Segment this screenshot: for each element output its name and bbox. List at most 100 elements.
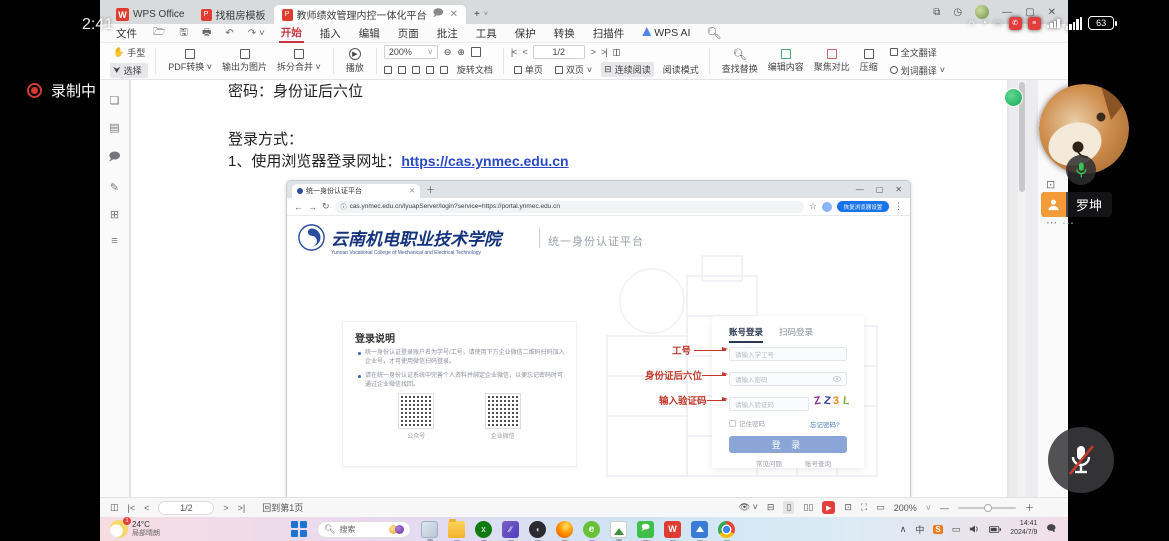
- continuous-view-icon[interactable]: ⊟: [767, 502, 775, 513]
- hand-tool-button[interactable]: ✋手型: [110, 45, 148, 60]
- single-page-view-icon[interactable]: ▯: [783, 501, 794, 514]
- bookmark-icon[interactable]: ❏: [110, 94, 120, 107]
- bookmark-star-icon[interactable]: ☆: [809, 201, 817, 212]
- find-replace-button[interactable]: 🔍︎查找替换: [717, 48, 763, 75]
- single-page-button[interactable]: 单页: [511, 62, 546, 77]
- sogou-input-icon[interactable]: S: [933, 525, 942, 534]
- username-input[interactable]: 请输入学工号: [729, 347, 847, 361]
- search-icon[interactable]: 🔍︎: [706, 26, 721, 40]
- page-thumb-icon[interactable]: [384, 66, 392, 74]
- menu-tab-convert[interactable]: 转换: [552, 25, 577, 42]
- insert-page-icon[interactable]: [412, 66, 420, 74]
- chrome-icon[interactable]: [718, 521, 735, 538]
- vertical-scrollbar[interactable]: [1018, 80, 1026, 497]
- mic-muted-button[interactable]: [1048, 427, 1114, 493]
- sidebar-toggle-icon[interactable]: ◫: [110, 502, 119, 513]
- view-options-icon[interactable]: 👁 ˅: [739, 502, 758, 513]
- save-icon[interactable]: 🖫: [179, 25, 188, 42]
- taskbar-clock[interactable]: 14:41 2024/7/9: [1010, 520, 1037, 538]
- tray-expand-icon[interactable]: ∧: [900, 524, 907, 535]
- browser-maximize-icon[interactable]: ▢: [876, 185, 884, 194]
- last-page-icon[interactable]: >|: [601, 47, 607, 57]
- menu-tab-page[interactable]: 页面: [396, 25, 421, 42]
- start-button[interactable]: [290, 521, 307, 538]
- file-explorer-icon[interactable]: [448, 521, 465, 538]
- login-button[interactable]: 登 录: [729, 436, 847, 453]
- browser-tab[interactable]: 统一身份认证平台 ✕: [292, 184, 420, 198]
- split-merge-button[interactable]: 拆分合并 ˅: [272, 49, 326, 73]
- show-password-eye-icon[interactable]: [833, 376, 841, 382]
- menu-file[interactable]: 文件: [114, 25, 139, 42]
- browser-restore-button[interactable]: 恢复浏览器设置: [837, 201, 889, 212]
- switch-window-icon[interactable]: ⧉: [933, 7, 940, 18]
- double-page-button[interactable]: 双页 ˅: [552, 62, 595, 77]
- profile-icon[interactable]: [822, 202, 832, 212]
- reload-icon[interactable]: ↻: [322, 201, 330, 212]
- thumbnail-icon[interactable]: ▤: [109, 121, 119, 134]
- browser-new-tab-icon[interactable]: ＋: [426, 183, 435, 196]
- page-number-box[interactable]: 1/2: [158, 501, 214, 515]
- menu-tab-insert[interactable]: 插入: [318, 25, 343, 42]
- remember-checkbox[interactable]: [729, 420, 736, 427]
- play-slideshow-button[interactable]: ▶: [822, 501, 835, 514]
- close-tab-icon[interactable]: ✕: [450, 9, 458, 20]
- zoom-out-button[interactable]: —: [940, 503, 949, 513]
- browser-e-icon[interactable]: e: [583, 521, 600, 538]
- browser-minimize-icon[interactable]: —: [856, 185, 864, 194]
- tab-account-login[interactable]: 账号登录: [729, 326, 763, 343]
- prev-page-icon[interactable]: <: [144, 503, 149, 513]
- print-icon[interactable]: 🖶: [202, 25, 211, 42]
- task-view-icon[interactable]: [421, 521, 438, 538]
- back-to-page-1-button[interactable]: 回到第1页: [262, 501, 303, 514]
- fit-width-icon[interactable]: ⛶: [861, 502, 867, 513]
- doc-tab-template[interactable]: P 找租房模板: [193, 5, 274, 24]
- forward-icon[interactable]: →: [308, 202, 317, 212]
- wps-icon[interactable]: W: [664, 521, 681, 538]
- annotate-pen-icon[interactable]: ✎: [110, 181, 119, 194]
- comment-panel-icon[interactable]: 🗩: [108, 148, 120, 167]
- open-icon[interactable]: 🗁: [153, 25, 165, 42]
- menu-tab-annotate[interactable]: 批注: [435, 25, 460, 42]
- first-page-icon[interactable]: |<: [128, 503, 136, 513]
- zoom-level[interactable]: 200%: [894, 503, 917, 513]
- battery-icon[interactable]: [989, 525, 1001, 534]
- zoom-in-icon[interactable]: ⊕: [457, 47, 465, 58]
- tablet-mode-icon[interactable]: ▭: [952, 524, 961, 535]
- app-dark-icon[interactable]: ◖: [529, 521, 546, 538]
- comment-icon[interactable]: 🗩: [433, 6, 444, 23]
- zoom-slider-knob[interactable]: [984, 504, 992, 512]
- rotate-doc-button[interactable]: 旋转文档: [454, 62, 496, 77]
- wechat-icon[interactable]: 🗩: [637, 521, 654, 538]
- menu-tab-protect[interactable]: 保护: [513, 25, 538, 42]
- taskbar-search-box[interactable]: 🔍︎ 搜索: [317, 521, 411, 538]
- more-tools-icon[interactable]: ⋯: [1046, 216, 1057, 229]
- notification-bell-icon[interactable]: 🗬: [1046, 521, 1056, 537]
- layers-icon[interactable]: ≡: [111, 235, 117, 247]
- next-page-icon[interactable]: >: [591, 47, 595, 57]
- password-input[interactable]: 请输入密码: [729, 372, 847, 386]
- browser-close-icon[interactable]: ✕: [895, 185, 902, 194]
- tab-scan-login[interactable]: 扫码登录: [779, 326, 813, 343]
- double-page-view-icon[interactable]: ▯▯: [803, 502, 813, 513]
- captcha-image[interactable]: Z Z 3 L: [814, 395, 849, 407]
- zoom-dropdown-icon[interactable]: ˅: [926, 503, 931, 513]
- page-indicator[interactable]: 1/2: [533, 45, 585, 59]
- next-page-icon[interactable]: >: [223, 503, 228, 513]
- pdf-convert-button[interactable]: PDF转换 ˅: [163, 49, 217, 73]
- full-translate-button[interactable]: 全文翻译: [887, 45, 948, 60]
- new-tab-button[interactable]: + ˅: [466, 5, 496, 24]
- taskbar-weather-widget[interactable]: 1 24°C 局部晴朗: [100, 520, 290, 538]
- snapshot-icon[interactable]: ⊡: [1046, 178, 1055, 191]
- zoom-out-icon[interactable]: ⊖: [444, 47, 452, 58]
- menu-tab-home[interactable]: 开始: [279, 24, 304, 43]
- play-button[interactable]: ▶播放: [341, 48, 369, 74]
- menu-tab-tools[interactable]: 工具: [474, 25, 499, 42]
- rotate-right-icon[interactable]: [440, 66, 448, 74]
- zoom-in-button[interactable]: ＋: [1025, 501, 1034, 514]
- select-tool-button[interactable]: ⮟选择: [110, 63, 148, 78]
- menu-tab-scan[interactable]: 扫描件: [591, 25, 627, 42]
- visual-studio-icon[interactable]: ∕∕: [502, 521, 519, 538]
- photos-icon[interactable]: [610, 521, 627, 538]
- compress-button[interactable]: 压缩: [855, 49, 883, 73]
- faq-link[interactable]: 常见问题: [756, 458, 782, 468]
